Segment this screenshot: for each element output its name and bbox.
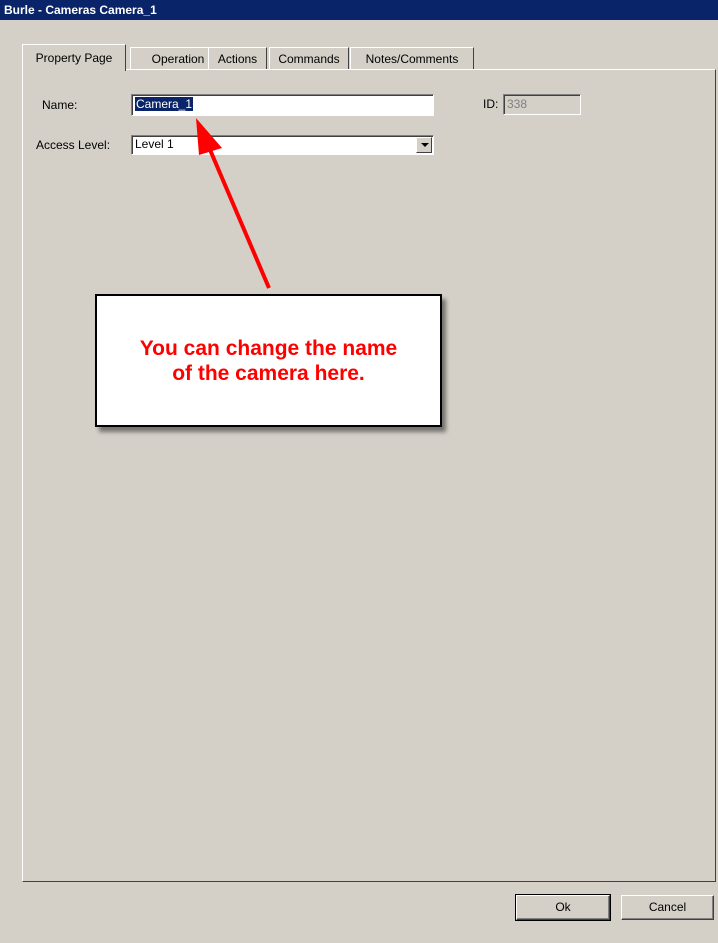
ok-button[interactable]: Ok bbox=[515, 894, 611, 921]
tab-property-page[interactable]: Property Page bbox=[22, 44, 126, 71]
callout-text: You can change the name of the camera he… bbox=[139, 336, 398, 385]
cancel-button[interactable]: Cancel bbox=[621, 895, 714, 920]
dialog-window: Burle - Cameras Camera_1 Property Page O… bbox=[0, 0, 718, 943]
annotation-callout: You can change the name of the camera he… bbox=[95, 294, 442, 427]
annotation-arrow bbox=[196, 118, 271, 289]
